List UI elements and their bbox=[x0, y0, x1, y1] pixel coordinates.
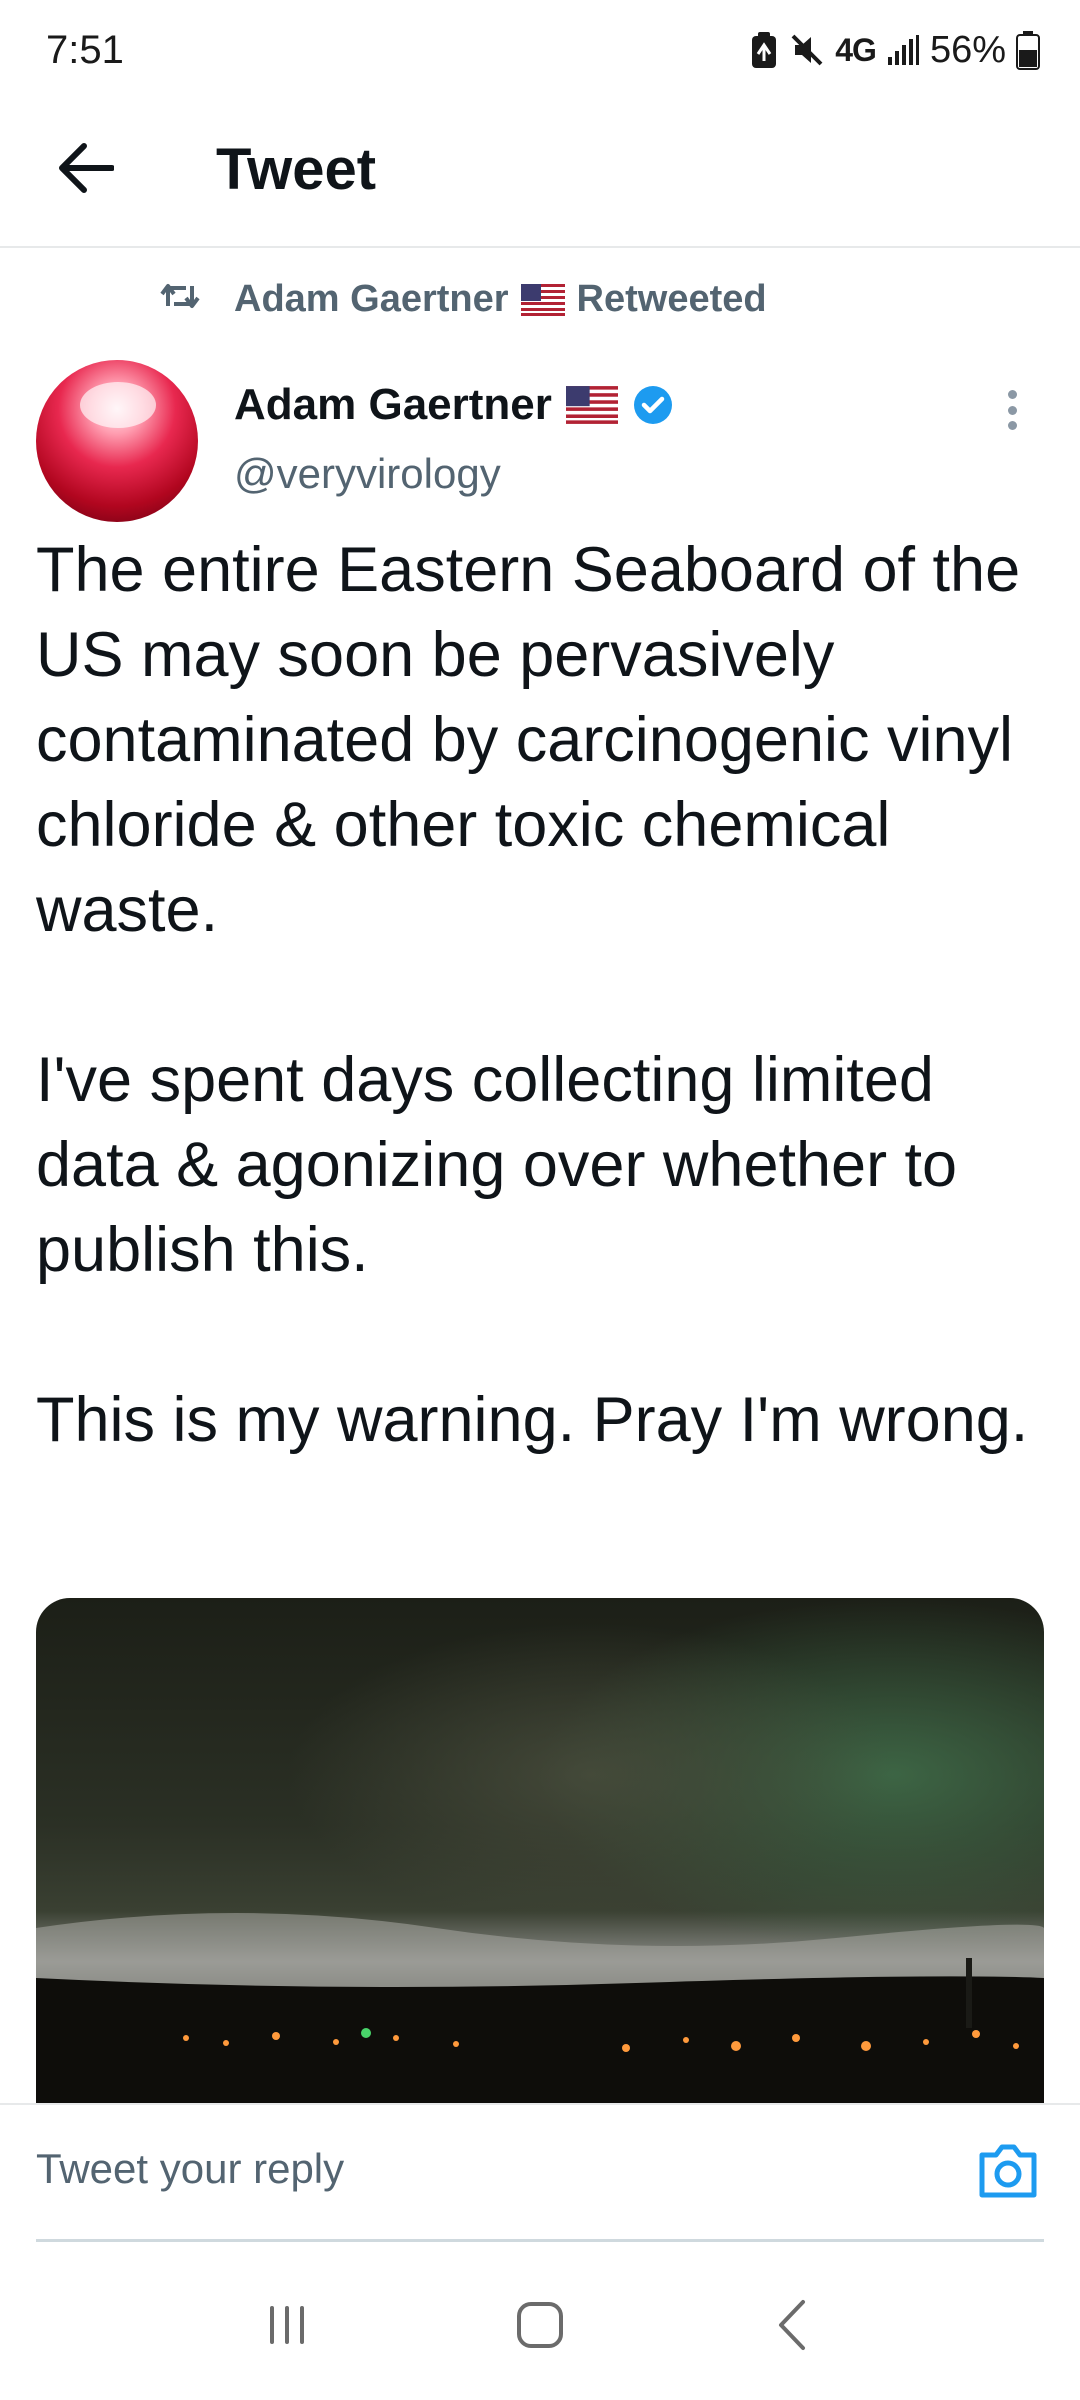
reply-bar: Tweet your reply bbox=[0, 2103, 1080, 2242]
retweet-icon bbox=[160, 284, 200, 308]
camera-icon bbox=[979, 2144, 1037, 2198]
avatar-image bbox=[80, 382, 156, 428]
status-bar: 7:51 4G 56% bbox=[0, 0, 1080, 100]
us-flag-icon bbox=[520, 283, 565, 316]
battery-icon bbox=[1016, 31, 1040, 70]
battery-saver-icon bbox=[752, 32, 777, 68]
tweet-media-image[interactable] bbox=[36, 1598, 1044, 2103]
more-options-button[interactable] bbox=[992, 384, 1032, 436]
page-title: Tweet bbox=[216, 137, 377, 202]
reply-input[interactable]: Tweet your reply bbox=[36, 2145, 344, 2193]
signal-icon bbox=[887, 35, 919, 65]
network-type: 4G bbox=[835, 31, 877, 68]
camera-button[interactable] bbox=[976, 2141, 1040, 2201]
more-vertical-icon bbox=[1007, 390, 1017, 399]
tweet-paragraph: This is my warning. Pray I'm wrong. bbox=[36, 1385, 1029, 1455]
home-icon bbox=[516, 2302, 563, 2348]
arrow-left-icon bbox=[59, 143, 114, 193]
reply-divider bbox=[36, 2239, 1044, 2242]
retweeter-name: Adam Gaertner bbox=[234, 278, 509, 320]
author-name: Adam Gaertner bbox=[234, 380, 552, 429]
tweet-text: The entire Eastern Seaboard of the US ma… bbox=[36, 528, 1046, 1463]
retweet-context[interactable]: Adam Gaertner Retweeted bbox=[160, 278, 767, 321]
top-app-bar: Tweet bbox=[0, 100, 1080, 248]
home-button[interactable] bbox=[495, 2280, 585, 2370]
storm-cloud-photo bbox=[36, 1598, 1044, 2103]
status-time: 7:51 bbox=[46, 28, 124, 72]
system-nav-bar bbox=[0, 2250, 1080, 2400]
recent-apps-button[interactable] bbox=[242, 2280, 332, 2370]
author-name-row[interactable]: Adam Gaertner bbox=[234, 380, 674, 430]
recent-apps-icon bbox=[269, 2306, 304, 2344]
back-button[interactable] bbox=[48, 130, 124, 206]
verified-badge-icon bbox=[633, 386, 672, 424]
retweeted-label: Retweeted bbox=[576, 278, 767, 320]
us-flag-icon bbox=[565, 386, 618, 424]
battery-percent: 56% bbox=[929, 28, 1006, 71]
nav-back-button[interactable] bbox=[748, 2280, 838, 2370]
tweet-paragraph: I've spent days collecting limited data … bbox=[36, 1045, 958, 1285]
nav-back-icon bbox=[779, 2300, 806, 2350]
author-handle[interactable]: @veryvirology bbox=[234, 450, 501, 498]
avatar[interactable] bbox=[36, 360, 198, 522]
status-icons: 4G 56% bbox=[749, 26, 1040, 74]
tweet-paragraph: The entire Eastern Seaboard of the US ma… bbox=[36, 535, 1021, 945]
mute-icon bbox=[791, 34, 823, 66]
